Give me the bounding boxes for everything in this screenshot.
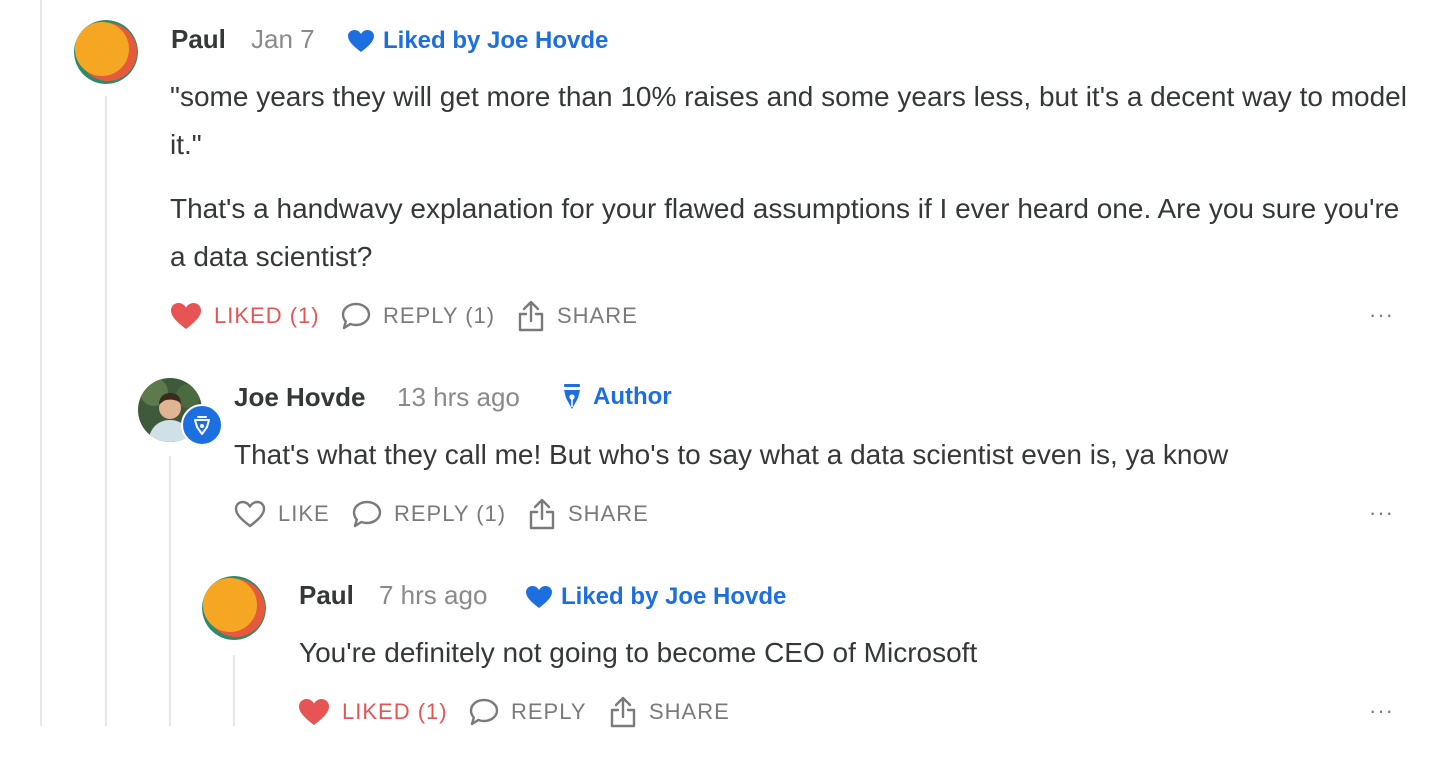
comment-paragraph: That's a handwavy explanation for your f… <box>170 193 1400 272</box>
comment-paragraph: That's what they call me! But who's to s… <box>234 439 1229 470</box>
share-button[interactable]: SHARE <box>609 696 730 728</box>
share-icon <box>517 300 545 332</box>
more-options-icon[interactable]: ··· <box>1369 500 1394 526</box>
share-label: SHARE <box>557 303 638 328</box>
liked-by-label: Liked by Joe Hovde <box>561 583 787 610</box>
share-button[interactable]: SHARE <box>528 498 649 530</box>
heart-filled-icon <box>298 698 330 726</box>
more-options-icon[interactable]: ··· <box>1369 698 1394 724</box>
thread-line-1 <box>105 96 107 726</box>
more-options-icon[interactable]: ··· <box>1369 302 1394 328</box>
author-label: Author <box>593 383 672 410</box>
reply-label: REPLY (1) <box>383 303 496 328</box>
comment-body: "some years they will get more than 10% … <box>170 73 1410 281</box>
like-label: LIKED (1) <box>342 699 448 724</box>
liked-by-badge: Liked by Joe Hovde <box>525 583 786 611</box>
reply-button[interactable]: REPLY (1) <box>341 302 495 330</box>
share-button[interactable]: SHARE <box>517 300 638 332</box>
heart-icon <box>525 585 553 609</box>
liked-by-badge: Liked by Joe Hovde <box>347 27 608 55</box>
comment-body: That's what they call me! But who's to s… <box>234 431 1404 479</box>
comment-author[interactable]: Paul <box>299 580 354 611</box>
thread-line-outer <box>40 0 42 726</box>
heart-icon <box>347 29 375 53</box>
comment-author[interactable]: Paul <box>171 24 226 55</box>
reply-label: REPLY (1) <box>394 501 507 526</box>
comment-paragraph: "some years they will get more than 10% … <box>170 81 1407 160</box>
share-label: SHARE <box>649 699 730 724</box>
heart-outline-icon <box>234 500 266 528</box>
thread-line-3 <box>233 655 235 726</box>
share-icon <box>609 696 637 728</box>
share-icon <box>528 498 556 530</box>
comment-timestamp[interactable]: 7 hrs ago <box>379 580 487 611</box>
reply-button[interactable]: REPLY (1) <box>352 500 506 528</box>
like-button[interactable]: LIKE <box>234 500 330 528</box>
avatar[interactable] <box>74 20 138 84</box>
share-label: SHARE <box>568 501 649 526</box>
comment-timestamp[interactable]: Jan 7 <box>251 24 315 55</box>
comment-bubble-icon <box>352 500 382 528</box>
reply-button[interactable]: REPLY <box>469 698 587 726</box>
comment-timestamp[interactable]: 13 hrs ago <box>397 382 520 413</box>
thread-line-2 <box>169 456 171 726</box>
liked-by-label: Liked by Joe Hovde <box>383 27 609 54</box>
like-button[interactable]: LIKED (1) <box>170 302 320 330</box>
comment-bubble-icon <box>341 302 371 330</box>
pen-nib-icon <box>561 383 583 411</box>
author-badge-icon <box>181 404 223 446</box>
reply-label: REPLY <box>511 699 587 724</box>
like-label: LIKED (1) <box>214 303 320 328</box>
like-button[interactable]: LIKED (1) <box>298 698 448 726</box>
heart-filled-icon <box>170 302 202 330</box>
avatar[interactable] <box>202 576 266 640</box>
comment-bubble-icon <box>469 698 499 726</box>
author-badge: Author <box>561 383 672 411</box>
comment-body: You're definitely not going to become CE… <box>299 629 1399 677</box>
comment-paragraph: You're definitely not going to become CE… <box>299 637 978 668</box>
like-label: LIKE <box>278 501 330 526</box>
comment-author[interactable]: Joe Hovde <box>234 382 366 413</box>
